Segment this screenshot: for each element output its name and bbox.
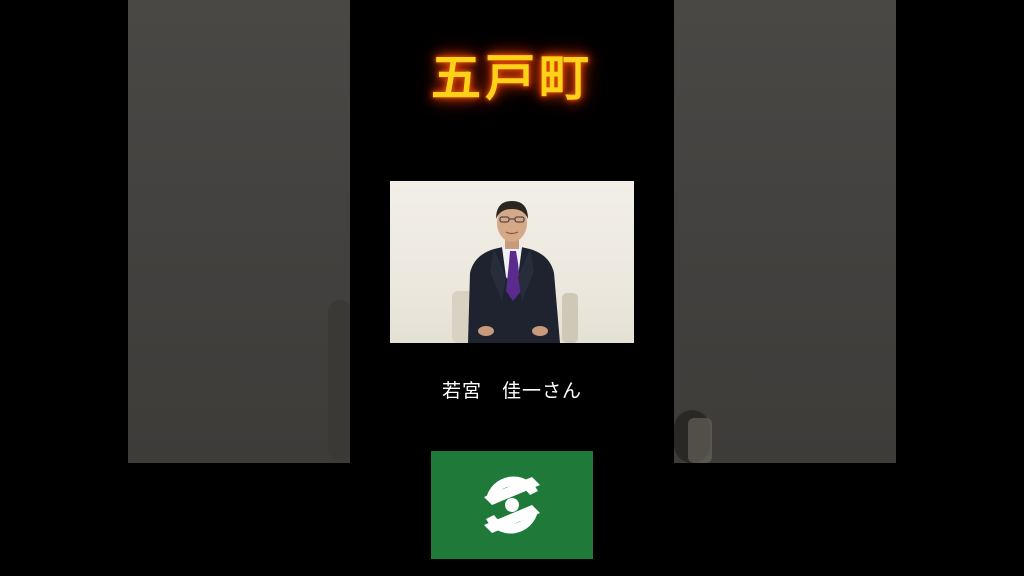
background-shape bbox=[688, 418, 712, 463]
portrait-photo bbox=[390, 181, 634, 343]
emblem-mark-icon bbox=[484, 476, 540, 534]
town-emblem-flag bbox=[431, 451, 593, 559]
town-name-title: 五戸町 bbox=[431, 49, 593, 107]
blurred-background-left bbox=[128, 0, 352, 463]
hand-left bbox=[478, 326, 494, 336]
blurred-background-right bbox=[674, 0, 896, 463]
video-frame: 五戸町 若宮 佳一さん bbox=[0, 0, 1024, 576]
background-shape bbox=[328, 300, 352, 460]
portrait-illustration bbox=[452, 201, 578, 343]
person-name-caption: 若宮 佳一さん bbox=[441, 380, 582, 402]
center-panel: 五戸町 若宮 佳一さん bbox=[350, 0, 674, 576]
emblem-center-dot bbox=[505, 498, 519, 512]
hand-right bbox=[532, 326, 548, 336]
chair-right bbox=[562, 293, 578, 343]
